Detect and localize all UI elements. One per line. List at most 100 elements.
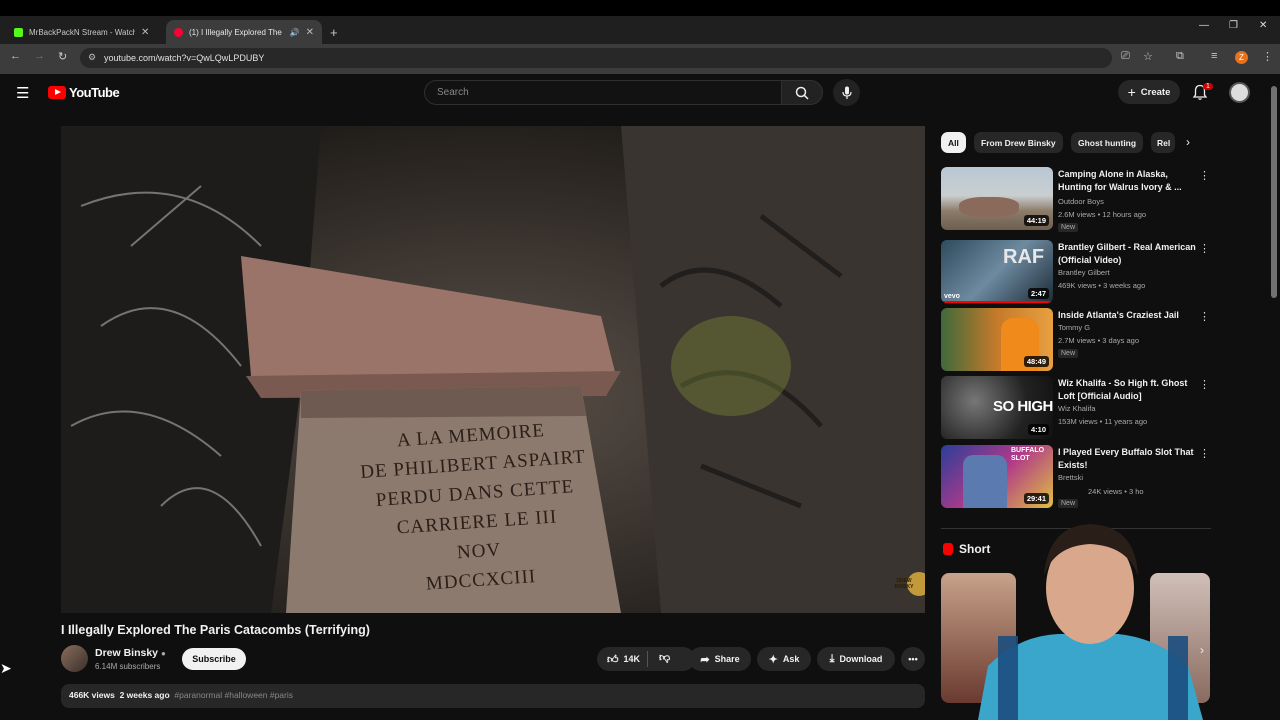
thumbnail-subject [959,197,1019,217]
bookmark-star-icon[interactable]: ☆ [1143,50,1153,63]
install-app-icon[interactable]: ⎚ [1121,50,1130,63]
close-tab-icon[interactable]: ✕ [141,27,149,38]
create-button[interactable]: + Create [1118,80,1180,104]
speaker-icon[interactable]: 🔊 [290,28,300,37]
rec-title[interactable]: Inside Atlanta's Craziest Jail [1058,309,1198,322]
profile-avatar[interactable]: Z [1235,51,1248,64]
browser-tab-youtube[interactable]: (1) I Illegally Explored The P 🔊 ✕ [166,20,322,44]
download-button[interactable]: ⤓ Download [817,647,895,671]
maximize-icon[interactable]: ❐ [1229,20,1238,31]
new-tab-button[interactable]: + [326,20,346,44]
video-thumbnail[interactable]: 44:19 [941,167,1053,230]
chip-all[interactable]: All [941,132,966,153]
notification-count-badge: 1 [1203,83,1213,90]
page-scrollbar[interactable] [1271,86,1277,298]
rec-channel[interactable]: Brettski [1058,473,1083,482]
rec-channel[interactable]: Wiz Khalifa [1058,404,1096,413]
youtube-logo[interactable]: YouTube [48,85,120,100]
browser-tab-strip: MrBackPackN Stream - Watch L ✕ (1) I Ill… [0,16,1280,44]
ask-label: Ask [782,654,800,664]
duration-badge: 2:47 [1027,288,1049,299]
search-button[interactable] [781,80,823,105]
rec-title[interactable]: I Played Every Buffalo Slot That Exists! [1058,446,1198,472]
dislike-button[interactable]: 👎︎ [659,651,670,664]
share-label: Share [714,654,740,664]
duration-badge: 29:41 [1023,493,1049,504]
video-thumbnail[interactable]: BUFFALO SLOT 29:41 [941,445,1053,508]
ask-button[interactable]: ✦ Ask [757,647,811,671]
channel-name-text: Drew Binsky [95,647,159,659]
close-tab-icon[interactable]: ✕ [306,27,314,38]
rec-title[interactable]: Wiz Khalifa - So High ft. Ghost Loft [Of… [1058,377,1198,403]
chip-from-drew-binsky[interactable]: From Drew Binsky [974,132,1063,153]
search-input[interactable]: Search [424,80,782,105]
logo-text: YouTube [69,85,120,100]
video-title: I Illegally Explored The Paris Catacombs… [61,623,370,637]
view-count: 466K views [69,690,115,700]
tab-title: MrBackPackN Stream - Watch L [29,27,135,37]
address-bar[interactable]: ⚙ youtube.com/watch?v=QwLQwLPDUBY [80,48,1112,68]
hamburger-menu-icon[interactable]: ☰ [16,84,29,102]
video-player[interactable]: A LA MEMOIRE DE PHILIBERT ASPAIRT PERDU … [61,126,925,613]
video-thumbnail[interactable]: SO HIGH 4:10 [941,376,1053,439]
reload-icon[interactable]: ↻ [58,50,67,63]
rec-stats: 469K views • 3 weeks ago [1058,281,1146,290]
more-vertical-icon[interactable]: ⋮ [1199,242,1210,255]
minimize-icon[interactable]: — [1199,20,1209,31]
browser-tab-kick[interactable]: MrBackPackN Stream - Watch L ✕ [6,20,164,44]
list-item[interactable]: SO HIGH 4:10 Wiz Khalifa - So High ft. G… [941,376,1211,440]
duration-badge: 4:10 [1027,424,1049,435]
close-window-icon[interactable]: ✕ [1259,20,1267,31]
chevron-right-icon[interactable]: › [1186,135,1190,149]
search-icon [795,86,809,100]
share-icon: ➦ [700,653,710,666]
media-controls-icon[interactable]: ≡ [1211,50,1217,62]
back-icon[interactable]: ← [10,50,21,62]
chip-related[interactable]: Rel [1151,132,1175,153]
create-label: Create [1140,86,1171,98]
list-item[interactable]: 44:19 Camping Alone in Alaska, Hunting f… [941,167,1211,232]
hashtags[interactable]: #paranormal #halloween #paris [174,690,293,700]
mouse-cursor-icon: ➤ [0,660,12,676]
voice-search-button[interactable] [833,79,860,106]
extensions-icon[interactable]: ⧉ [1176,50,1184,63]
more-actions-button[interactable]: ••• [901,647,925,671]
more-vertical-icon[interactable]: ⋮ [1199,447,1210,460]
more-vertical-icon[interactable]: ⋮ [1199,378,1210,391]
like-button[interactable]: 👍︎ 14K [607,653,640,666]
browser-menu-icon[interactable]: ⋮ [1262,50,1273,63]
watermark-text: DREW BINSKY [894,578,914,590]
more-vertical-icon[interactable]: ⋮ [1199,169,1210,182]
more-vertical-icon[interactable]: ⋮ [1199,310,1210,323]
video-thumbnail[interactable]: RAF vevo 2:47 [941,240,1053,303]
chip-ghost-hunting[interactable]: Ghost hunting [1071,132,1144,153]
account-avatar[interactable] [1229,82,1250,103]
list-item[interactable]: 48:49 Inside Atlanta's Craziest Jail Tom… [941,308,1211,372]
new-badge: New [1058,223,1079,232]
thumbnail-graphic: RAF [1003,246,1045,268]
thumbs-up-icon: 👍︎ [607,653,619,666]
share-button[interactable]: ➦ Share [689,647,751,671]
list-item[interactable]: BUFFALO SLOT 29:41 I Played Every Buffal… [941,445,1211,509]
rec-stats: 2.6M views • 12 hours ago [1058,210,1147,219]
rec-title[interactable]: Brantley Gilbert - Real American (Offici… [1058,241,1198,267]
video-thumbnail[interactable]: 48:49 [941,308,1053,371]
rec-title[interactable]: Camping Alone in Alaska, Hunting for Wal… [1058,168,1198,194]
subscribe-button[interactable]: Subscribe [182,648,246,670]
upload-age: 2 weeks ago [119,690,170,700]
rec-channel[interactable]: Tommy G [1058,323,1090,332]
forward-icon[interactable]: → [34,50,45,62]
description-box[interactable]: 466K views 2 weeks ago #paranormal #hall… [61,684,925,708]
list-item[interactable]: RAF vevo 2:47 Brantley Gilbert - Real Am… [941,240,1211,304]
download-icon: ⤓ [829,652,835,665]
divider [647,651,648,667]
screen-top-strip [0,0,1280,16]
channel-name[interactable]: Drew Binsky ● [95,647,166,659]
rec-channel[interactable]: Brantley Gilbert [1058,268,1110,277]
kick-favicon-icon [14,27,23,37]
rec-channel[interactable]: Outdoor Boys [1058,197,1104,206]
channel-avatar[interactable] [61,645,88,672]
site-info-icon[interactable]: ⚙ [88,52,96,63]
new-badge: New [1058,499,1079,508]
new-badge: New [1058,349,1079,358]
